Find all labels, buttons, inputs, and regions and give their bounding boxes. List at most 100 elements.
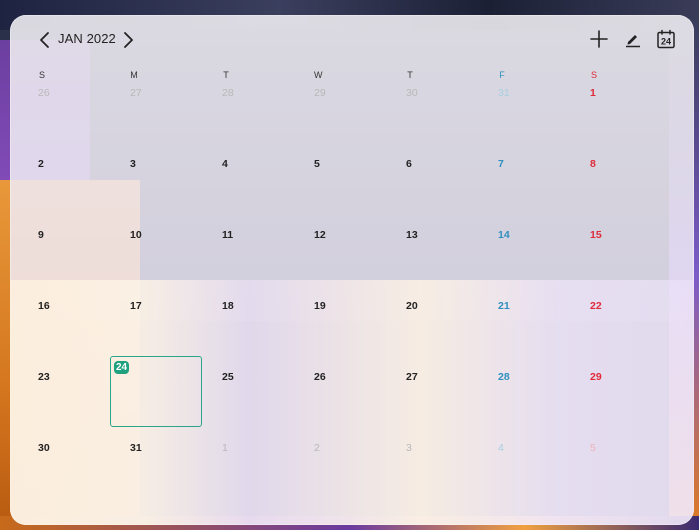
day-number: 25 <box>222 371 234 383</box>
day-cell[interactable]: 19 <box>294 300 386 371</box>
day-cell[interactable]: 27 <box>110 87 202 158</box>
day-cell[interactable]: 10 <box>110 229 202 300</box>
day-number: 3 <box>406 442 412 454</box>
weekday-label-fri: F <box>499 70 505 80</box>
day-number: 5 <box>314 158 320 170</box>
day-number: 30 <box>406 87 418 99</box>
day-cell[interactable]: 3 <box>110 158 202 229</box>
day-cell[interactable]: 26 <box>294 371 386 442</box>
day-number: 31 <box>130 442 142 454</box>
day-number: 27 <box>130 87 142 99</box>
next-month-button[interactable] <box>120 29 138 51</box>
day-number: 31 <box>498 87 510 99</box>
day-number: 3 <box>130 158 136 170</box>
day-number: 13 <box>406 229 418 241</box>
day-cell[interactable]: 4 <box>478 442 570 513</box>
today-badge-text: 24 <box>661 37 671 47</box>
day-cell[interactable]: 12 <box>294 229 386 300</box>
weekday-label-wed: W <box>314 70 323 80</box>
day-number: 4 <box>498 442 504 454</box>
prev-month-button[interactable] <box>35 29 53 51</box>
day-number: 11 <box>222 229 234 241</box>
day-number: 26 <box>314 371 326 383</box>
day-cell-today[interactable]: 24 <box>110 356 202 427</box>
day-cell[interactable]: 23 <box>18 371 110 442</box>
weekday-label-thu: T <box>407 70 413 80</box>
day-number: 19 <box>314 300 326 312</box>
day-number: 22 <box>590 300 602 312</box>
day-number: 28 <box>222 87 234 99</box>
day-number: 20 <box>406 300 418 312</box>
day-cell[interactable]: 25 <box>202 371 294 442</box>
day-cell[interactable]: 30 <box>18 442 110 513</box>
calendar-widget: JAN 2022 24 SMTWTFS 26 27 28 29 30 31 1 2 3 4 5 6 7 8… <box>10 15 694 525</box>
day-number: 14 <box>498 229 510 241</box>
day-number: 12 <box>314 229 326 241</box>
month-title[interactable]: JAN 2022 <box>58 31 116 46</box>
day-cell[interactable]: 22 <box>570 300 662 371</box>
day-number: 2 <box>38 158 44 170</box>
day-cell[interactable]: 8 <box>570 158 662 229</box>
day-number: 15 <box>590 229 602 241</box>
day-cell[interactable]: 1 <box>570 87 662 158</box>
day-number: 5 <box>590 442 596 454</box>
day-number: 16 <box>38 300 50 312</box>
pencil-icon <box>626 35 640 48</box>
day-number: 26 <box>38 87 50 99</box>
day-cell[interactable]: 31 <box>110 442 202 513</box>
day-number: 17 <box>130 300 142 312</box>
weekday-label-sun: S <box>38 70 45 80</box>
day-number: 29 <box>590 371 602 383</box>
day-cell[interactable]: 28 <box>202 87 294 158</box>
day-cell[interactable]: 15 <box>570 229 662 300</box>
edit-button[interactable] <box>622 28 644 50</box>
day-cell[interactable]: 29 <box>570 371 662 442</box>
day-cell[interactable]: 2 <box>18 158 110 229</box>
day-cell[interactable]: 4 <box>202 158 294 229</box>
plus-icon <box>590 30 608 48</box>
day-cell[interactable]: 21 <box>478 300 570 371</box>
day-number: 1 <box>222 442 228 454</box>
go-to-today-button[interactable]: 24 <box>655 28 677 50</box>
day-cell[interactable]: 26 <box>18 87 110 158</box>
day-cell[interactable]: 5 <box>294 158 386 229</box>
day-cell[interactable]: 3 <box>386 442 478 513</box>
day-number: 23 <box>38 371 50 383</box>
weekday-label-sat: S <box>590 70 597 80</box>
day-cell[interactable]: 28 <box>478 371 570 442</box>
day-cell[interactable]: 9 <box>18 229 110 300</box>
chevron-right-icon <box>124 32 133 48</box>
day-cell[interactable]: 7 <box>478 158 570 229</box>
day-number: 8 <box>590 158 596 170</box>
day-number: 27 <box>406 371 418 383</box>
day-cell[interactable]: 11 <box>202 229 294 300</box>
day-cell[interactable]: 31 <box>478 87 570 158</box>
day-number: 28 <box>498 371 510 383</box>
day-cell[interactable]: 30 <box>386 87 478 158</box>
day-cell[interactable]: 20 <box>386 300 478 371</box>
day-number: 2 <box>314 442 320 454</box>
chevron-left-icon <box>40 32 49 48</box>
day-cell[interactable]: 1 <box>202 442 294 513</box>
day-cell[interactable]: 5 <box>570 442 662 513</box>
weekday-label-mon: M <box>130 70 138 80</box>
day-cell[interactable]: 2 <box>294 442 386 513</box>
day-number: 29 <box>314 87 326 99</box>
calendar-today-icon: 24 <box>657 29 675 49</box>
day-cell[interactable]: 16 <box>18 300 110 371</box>
day-number: 4 <box>222 158 228 170</box>
day-number: 24 <box>114 361 130 374</box>
add-event-button[interactable] <box>588 28 610 50</box>
day-number: 6 <box>406 158 412 170</box>
weekday-label-tue: T <box>223 70 229 80</box>
day-cell[interactable]: 27 <box>386 371 478 442</box>
day-number: 18 <box>222 300 234 312</box>
day-number: 7 <box>498 158 504 170</box>
calendar-header: JAN 2022 24 <box>10 15 694 67</box>
day-number: 30 <box>38 442 50 454</box>
day-cell[interactable]: 6 <box>386 158 478 229</box>
day-cell[interactable]: 13 <box>386 229 478 300</box>
day-cell[interactable]: 18 <box>202 300 294 371</box>
day-cell[interactable]: 29 <box>294 87 386 158</box>
day-cell[interactable]: 14 <box>478 229 570 300</box>
